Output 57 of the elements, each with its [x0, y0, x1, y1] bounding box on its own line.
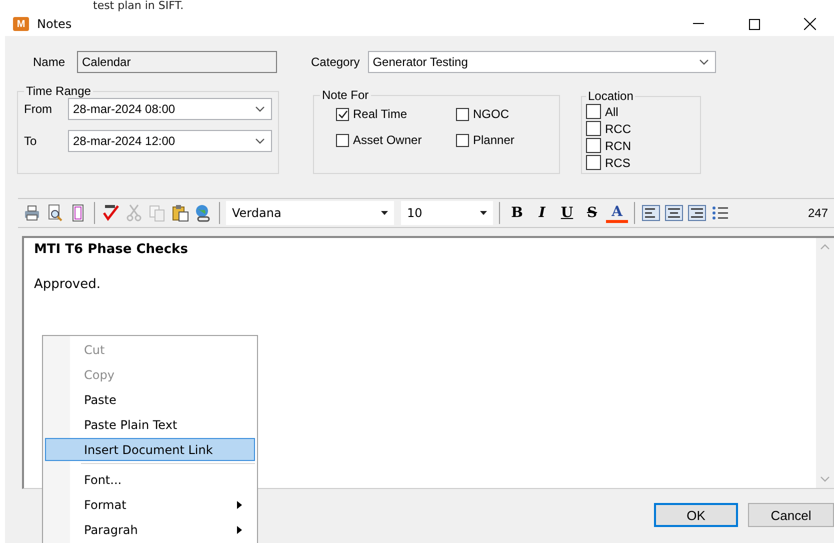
dialog-button[interactable]: Cancel — [748, 503, 834, 527]
name-label: Name — [33, 55, 66, 69]
bullet-list-icon[interactable] — [711, 205, 729, 221]
print-icon[interactable] — [23, 204, 41, 222]
app-logo-icon: M — [13, 17, 29, 31]
date-time-dropdown[interactable]: 28-mar-2024 12:00 — [68, 130, 272, 152]
align-right-icon[interactable] — [688, 205, 706, 221]
spellcheck-icon[interactable] — [102, 204, 120, 222]
group-title: Note For — [321, 88, 370, 102]
align-left-icon[interactable] — [642, 205, 660, 221]
menu-item[interactable]: Insert Document Link — [45, 438, 255, 461]
name-field[interactable]: Calendar — [77, 51, 278, 73]
checkbox-option[interactable]: RCS — [586, 154, 696, 171]
submenu-arrow-icon — [237, 500, 242, 508]
dropdown-arrow-icon — [480, 211, 487, 215]
checkbox-option[interactable]: NGOC — [456, 106, 546, 122]
menu-item[interactable]: Font... — [45, 468, 255, 491]
dialog-button[interactable]: OK — [654, 503, 738, 527]
category-label: Category — [311, 55, 360, 69]
globe-link-icon[interactable] — [194, 204, 212, 222]
note-text: Approved. — [34, 277, 102, 292]
minimize-icon — [692, 23, 704, 25]
checkbox-option[interactable]: RCN — [586, 137, 696, 154]
group-title: Location — [587, 89, 634, 103]
background-text: test plan in SIFT. — [93, 0, 184, 12]
note-heading: MTI T6 Phase Checks — [34, 242, 189, 257]
window-title: Notes — [37, 17, 73, 31]
close-icon — [804, 18, 816, 30]
submenu-arrow-icon — [237, 526, 242, 534]
checkbox-option[interactable]: Real Time — [336, 106, 456, 122]
checkbox-option[interactable]: RCC — [586, 120, 696, 137]
menu-item[interactable]: Paste — [45, 388, 255, 411]
group-title: Time Range — [25, 84, 92, 98]
checkbox-option[interactable]: Planner — [456, 132, 546, 148]
menu-item[interactable]: Paragrah — [45, 518, 255, 541]
font-dropdown[interactable]: Verdana — [226, 201, 394, 225]
time-label: To — [24, 134, 38, 148]
menu-item[interactable]: Paste Plain Text — [45, 413, 255, 436]
checkbox-option[interactable]: Asset Owner — [336, 132, 456, 148]
menu-item[interactable]: Format — [45, 493, 255, 516]
checkmark-icon — [338, 110, 348, 118]
underline-button[interactable]: U — [556, 203, 578, 223]
print-preview-icon[interactable] — [46, 204, 64, 222]
checkbox-option[interactable]: All — [586, 103, 696, 120]
date-time-dropdown[interactable]: 28-mar-2024 08:00 — [68, 98, 272, 120]
paste-icon[interactable] — [171, 204, 189, 222]
align-center-icon[interactable] — [665, 205, 683, 221]
color-button[interactable]: A — [606, 203, 628, 223]
font-size-dropdown[interactable]: 10 — [401, 201, 493, 225]
character-count: 247 — [808, 206, 829, 220]
maximize-icon — [748, 18, 760, 30]
category-dropdown[interactable]: Generator Testing — [368, 51, 716, 73]
bold-button[interactable]: B — [506, 203, 528, 223]
italic-button[interactable]: I — [531, 203, 553, 223]
strike-button[interactable]: S — [581, 203, 603, 223]
time-label: From — [24, 102, 53, 116]
dropdown-arrow-icon — [381, 211, 388, 215]
